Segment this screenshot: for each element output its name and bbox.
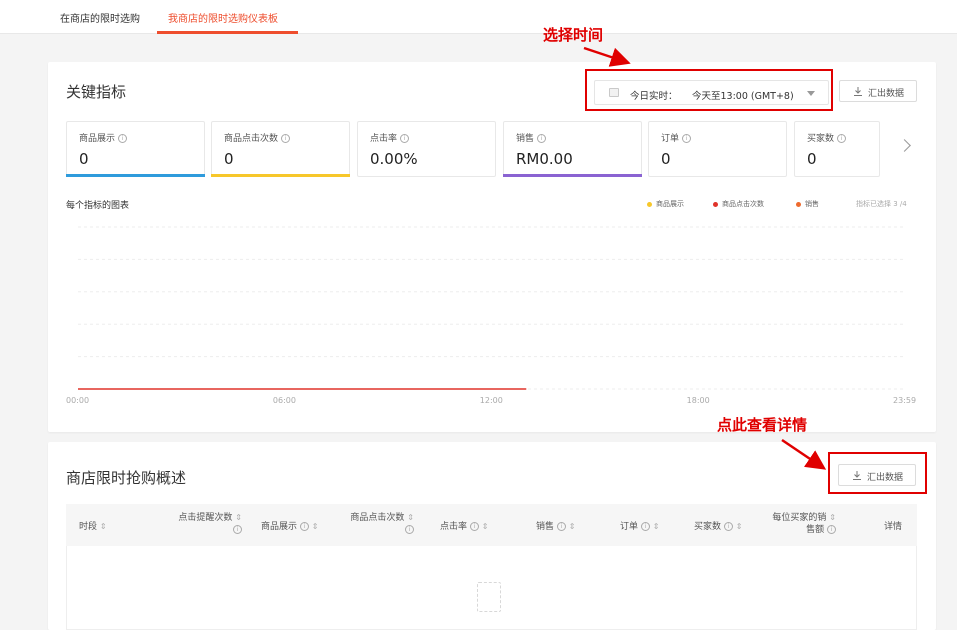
arrow-to-export-button [781,438,827,470]
arrow-to-date-picker [583,46,631,67]
annotation-arrows [583,46,827,470]
